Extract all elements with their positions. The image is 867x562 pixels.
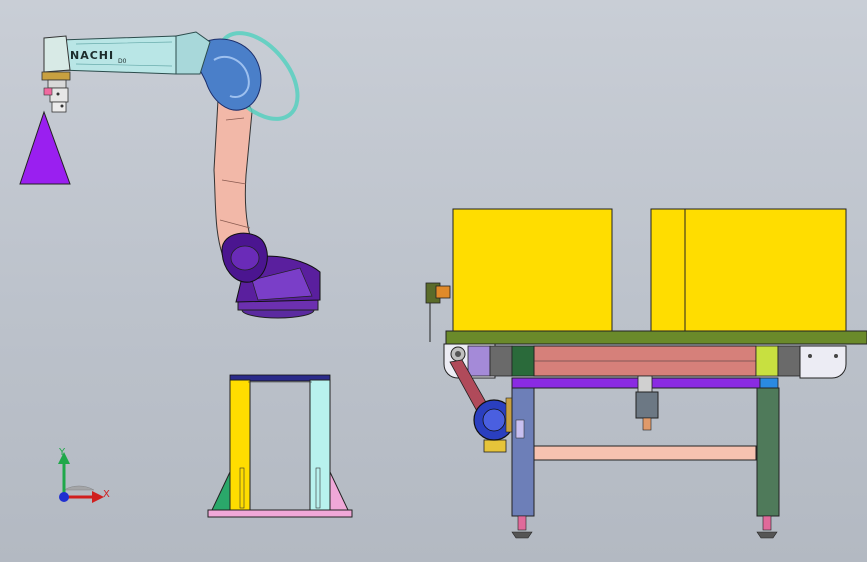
- robot-tool-flange[interactable]: [43, 87, 69, 113]
- box-right[interactable]: [650, 208, 847, 332]
- conveyor-assembly[interactable]: [425, 208, 867, 539]
- crossbar[interactable]: [533, 445, 757, 461]
- conveyor-side-frame[interactable]: [443, 343, 847, 379]
- tool-cone[interactable]: [19, 110, 71, 185]
- robot-model-label: D0: [118, 58, 127, 65]
- leveling-feet[interactable]: [511, 515, 778, 539]
- axis-triad: Y X: [58, 447, 110, 503]
- leg-right[interactable]: [756, 387, 780, 517]
- cad-scene: NACHI D0 Y X: [19, 18, 867, 539]
- box-left[interactable]: [452, 208, 613, 332]
- x-axis-label: X: [103, 489, 110, 500]
- part-stand[interactable]: [207, 374, 353, 518]
- robot-upper-arm[interactable]: NACHI D0: [59, 31, 211, 75]
- robot-elbow-joint[interactable]: [193, 18, 313, 133]
- robot-shoulder-joint[interactable]: [221, 232, 268, 283]
- leg-left[interactable]: [511, 387, 535, 517]
- conveyor-top-plate[interactable]: [445, 330, 867, 345]
- robot-brand-label: NACHI: [70, 49, 114, 62]
- cad-viewport[interactable]: NACHI D0 Y X: [0, 0, 867, 562]
- robot-model[interactable]: NACHI D0: [19, 18, 321, 319]
- robot-wrist[interactable]: [41, 35, 71, 89]
- y-axis-label: Y: [58, 447, 66, 458]
